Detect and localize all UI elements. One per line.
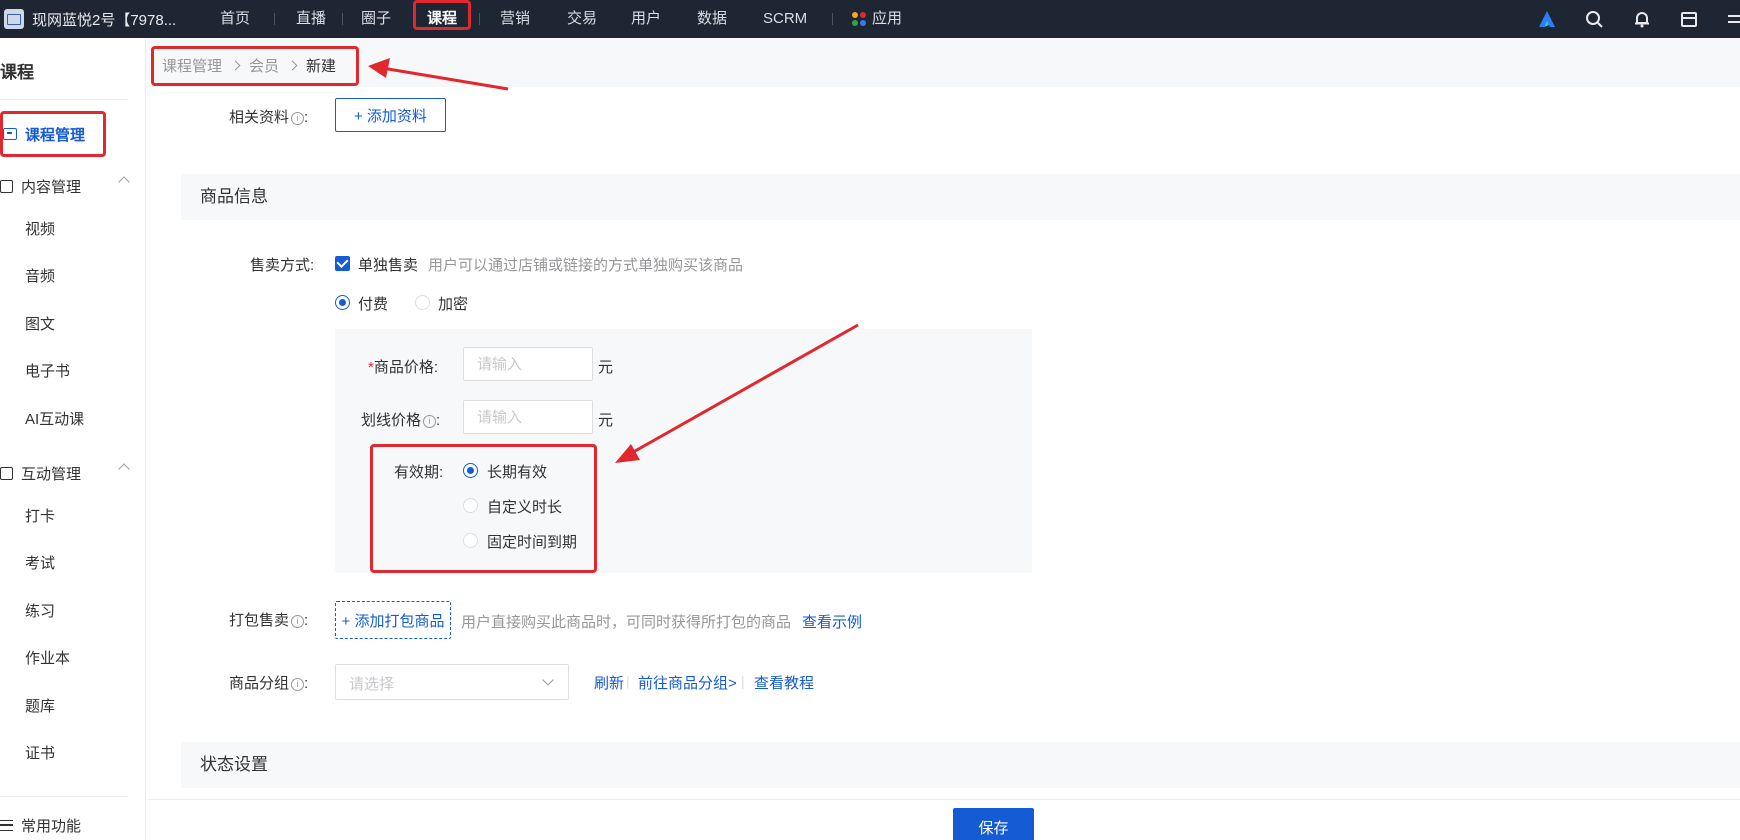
price-unit: 元 — [598, 359, 614, 376]
brand-logo-icon[interactable] — [1537, 9, 1557, 29]
sidebar-item-exam[interactable]: 考试 — [25, 552, 55, 573]
single-sale-label: 单独售卖 — [358, 257, 419, 274]
strike-price-input[interactable] — [463, 400, 593, 434]
sale-method-label: 售卖方式: — [250, 257, 315, 274]
bell-icon[interactable] — [1632, 9, 1652, 29]
sidebar-item-question-bank[interactable]: 题库 — [25, 695, 55, 716]
annotation-box-breadcrumb — [151, 46, 359, 86]
pay-radio-label: 付费 — [358, 296, 389, 313]
nav-users[interactable]: 用户 — [631, 0, 661, 38]
goods-group-select[interactable]: 请选择 — [335, 664, 569, 700]
sidebar-item-checkin[interactable]: 打卡 — [25, 505, 55, 526]
sidebar-item-ebook[interactable]: 电子书 — [25, 360, 70, 381]
section-status-settings: 状态设置 — [181, 742, 1740, 788]
single-sale-hint: 用户可以通过店铺或链接的方式单独购买该商品 — [428, 257, 744, 274]
bundle-sale-text: 打包售卖 — [229, 612, 290, 629]
pay-radio[interactable] — [335, 295, 350, 310]
sidebar-item-practice[interactable]: 练习 — [25, 600, 55, 621]
refresh-link[interactable]: 刷新 — [594, 672, 624, 693]
sidebar-item-audio[interactable]: 音频 — [25, 265, 55, 286]
related-material-text: 相关资料 — [229, 109, 290, 126]
sidebar: 课程 课程管理 内容管理 视频 音频 图文 电子书 AI互动课 互动管理 打卡 … — [0, 38, 146, 840]
sidebar-group-label: 内容管理 — [21, 179, 82, 196]
price-label-text: 商品价格: — [373, 359, 439, 376]
annotation-box-validity — [370, 444, 597, 573]
nav-trade[interactable]: 交易 — [567, 0, 597, 38]
sidebar-divider — [0, 99, 128, 100]
view-tutorial-link[interactable]: 查看教程 — [754, 672, 814, 693]
nav-apps-label: 应用 — [872, 10, 903, 27]
store-icon[interactable] — [1679, 9, 1699, 29]
price-input[interactable] — [463, 347, 593, 381]
nav-apps[interactable]: 应用 — [852, 0, 902, 38]
section-goods-info: 商品信息 — [181, 174, 1740, 220]
link-separator: | — [741, 673, 745, 689]
course-management-icon — [3, 128, 17, 140]
shop-icon — [4, 9, 24, 29]
top-nav: 现网蓝悦2号【7978... 首页 直播 圈子 课程 营销 交易 用户 数据 S… — [0, 0, 1740, 38]
info-icon: i — [291, 677, 305, 691]
link-separator: | — [626, 673, 630, 689]
switch-icon[interactable] — [1726, 9, 1740, 29]
content-icon — [0, 180, 13, 193]
bundle-sale-label: 打包售卖 i: — [229, 612, 309, 629]
sidebar-group-content[interactable]: 内容管理 — [0, 176, 130, 197]
info-icon: i — [291, 111, 305, 125]
related-material-label: 相关资料 i: — [229, 109, 309, 126]
goods-group-placeholder: 请选择 — [349, 676, 395, 693]
sidebar-item-course-management[interactable]: 课程管理 — [0, 111, 106, 157]
strike-price-label: 划线价格 i: — [361, 412, 441, 429]
chevron-up-icon — [118, 176, 130, 188]
price-label: *商品价格: — [368, 359, 439, 376]
annotation-box-nav-course — [413, 0, 471, 30]
goods-group-text: 商品分组 — [229, 675, 290, 692]
encrypt-radio[interactable] — [415, 295, 430, 310]
sidebar-item-video[interactable]: 视频 — [25, 218, 55, 239]
search-icon[interactable] — [1584, 9, 1604, 29]
sidebar-common-functions[interactable]: 常用功能 — [0, 815, 81, 836]
single-sale-checkbox[interactable] — [335, 256, 350, 271]
info-icon: i — [291, 614, 305, 628]
bundle-hint: 用户直接购买此商品时，可同时获得所打包的商品 — [461, 614, 792, 631]
sidebar-item-ai-course[interactable]: AI互动课 — [25, 408, 84, 429]
nav-circle[interactable]: 圈子 — [361, 0, 391, 38]
breadcrumb-bar: 课程管理 会员 新建 — [147, 38, 1740, 87]
sidebar-item-article[interactable]: 图文 — [25, 313, 55, 334]
nav-live[interactable]: 直播 — [296, 0, 326, 38]
footer-bar — [147, 799, 1740, 840]
nav-scrm[interactable]: SCRM — [763, 0, 807, 38]
sidebar-title: 课程 — [0, 63, 34, 82]
nav-home[interactable]: 首页 — [220, 0, 250, 38]
nav-marketing[interactable]: 营销 — [500, 0, 530, 38]
strike-price-unit: 元 — [598, 412, 614, 429]
list-icon — [0, 820, 13, 831]
sidebar-bottom-divider — [0, 796, 128, 797]
goods-group-label: 商品分组 i: — [229, 675, 309, 692]
goto-goods-group-link[interactable]: 前往商品分组> — [638, 672, 737, 693]
view-example-link[interactable]: 查看示例 — [802, 611, 862, 632]
apps-icon — [852, 12, 866, 26]
strike-price-text: 划线价格 — [361, 412, 422, 429]
encrypt-radio-label: 加密 — [438, 296, 469, 313]
chevron-up-icon — [118, 463, 130, 475]
sidebar-group-label: 互动管理 — [21, 466, 82, 483]
add-material-button[interactable]: + 添加资料 — [335, 98, 446, 132]
sidebar-group-interact[interactable]: 互动管理 — [0, 463, 130, 484]
sidebar-item-homework[interactable]: 作业本 — [25, 647, 70, 668]
save-button[interactable]: 保存 — [953, 808, 1034, 840]
chevron-down-icon — [542, 674, 554, 686]
sidebar-item-label: 课程管理 — [25, 126, 86, 144]
sidebar-item-certificate[interactable]: 证书 — [25, 742, 55, 763]
shop-switcher[interactable]: 现网蓝悦2号【7978... — [4, 0, 176, 38]
interact-icon — [0, 467, 13, 480]
nav-data[interactable]: 数据 — [697, 0, 727, 38]
add-bundle-button[interactable]: + 添加打包商品 — [335, 601, 451, 639]
shop-name: 现网蓝悦2号【7978... — [32, 11, 177, 29]
info-icon: i — [423, 414, 437, 428]
sidebar-bottom-label: 常用功能 — [21, 818, 82, 835]
